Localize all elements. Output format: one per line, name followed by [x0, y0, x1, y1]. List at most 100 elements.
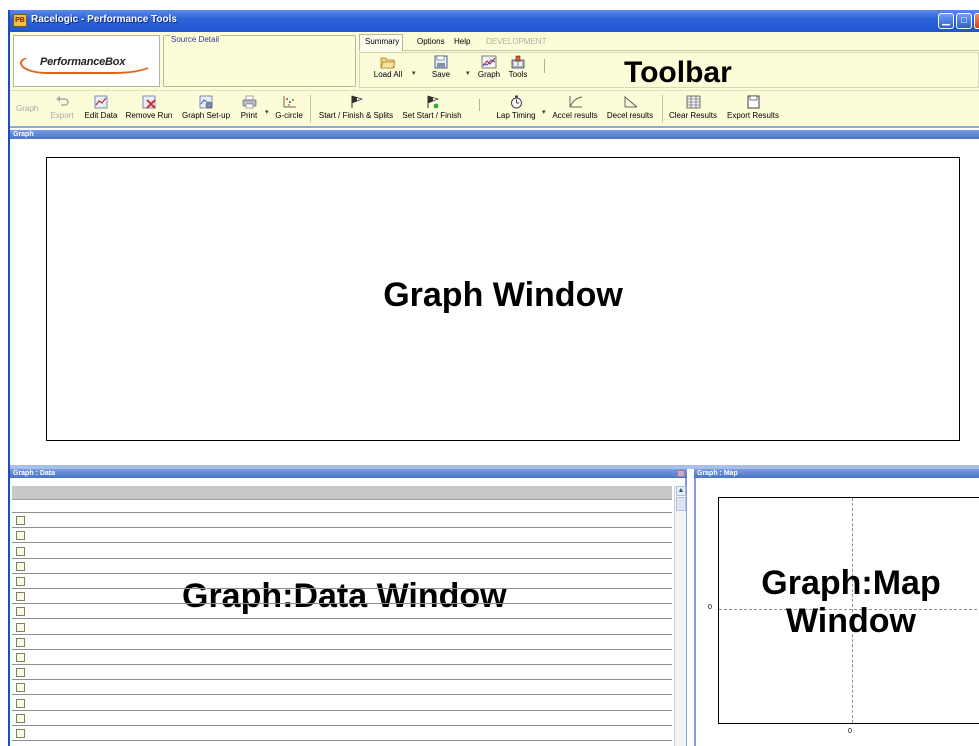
- row-checkbox[interactable]: [16, 562, 25, 571]
- export-disk-icon: [747, 95, 759, 109]
- checkered-flag-add-icon: [427, 95, 439, 109]
- app-window: PB Racelogic - Performance Tools ▁ □ Per…: [8, 10, 979, 746]
- table-row[interactable]: [12, 725, 672, 726]
- clear-results-button[interactable]: Clear Results: [667, 95, 719, 120]
- row-checkbox[interactable]: [16, 638, 25, 647]
- table-row[interactable]: [12, 603, 672, 604]
- table-row[interactable]: [12, 634, 672, 635]
- decel-results-button[interactable]: Decel results: [605, 95, 655, 120]
- row-checkbox[interactable]: [16, 699, 25, 708]
- row-checkbox[interactable]: [16, 547, 25, 556]
- action-toolbar: Graph Export Edit Data Remove Run Graph …: [10, 90, 979, 128]
- scroll-thumb[interactable]: [676, 497, 686, 511]
- edit-data-button[interactable]: Edit Data: [82, 95, 120, 120]
- menu-options[interactable]: Options: [417, 37, 445, 46]
- accel-results-button[interactable]: Accel results: [550, 95, 600, 120]
- table-row[interactable]: [12, 512, 672, 513]
- menu-development[interactable]: DEVELOPMENT: [486, 37, 546, 46]
- floppy-disk-icon: [434, 55, 448, 69]
- table-row[interactable]: [12, 694, 672, 695]
- map-panel: 0 0 Graph:Map Window: [694, 478, 979, 746]
- app-icon: PB: [13, 14, 27, 27]
- load-all-dropdown-icon[interactable]: ▾: [412, 69, 416, 77]
- table-row[interactable]: [12, 542, 672, 543]
- tools-button[interactable]: Tools: [503, 55, 533, 79]
- graph-setup-button[interactable]: Graph Set-up: [180, 95, 232, 120]
- close-button[interactable]: [974, 13, 979, 29]
- g-circle-button[interactable]: G-circle: [273, 95, 305, 120]
- maximize-button[interactable]: □: [956, 13, 972, 29]
- print-dropdown-icon[interactable]: ▾: [265, 108, 269, 116]
- g-circle-icon: [283, 96, 296, 108]
- data-panel-close-icon[interactable]: [677, 470, 685, 477]
- remove-run-label: Remove Run: [125, 111, 173, 120]
- row-checkbox[interactable]: [16, 531, 25, 540]
- checkered-flag-icon: [351, 95, 363, 108]
- print-button[interactable]: Print: [237, 95, 261, 120]
- print-label: Print: [240, 111, 258, 120]
- table-row[interactable]: [12, 527, 672, 528]
- lap-timing-button[interactable]: Lap Timing: [494, 95, 538, 120]
- table-row[interactable]: [12, 618, 672, 619]
- row-checkbox[interactable]: [16, 729, 25, 738]
- table-row[interactable]: [12, 588, 672, 589]
- row-checkbox[interactable]: [16, 668, 25, 677]
- table-row[interactable]: [12, 649, 672, 650]
- menu-bar: Summary Options Help DEVELOPMENT: [359, 34, 979, 51]
- graph-button[interactable]: Graph: [474, 55, 504, 79]
- undo-arrow-icon: [55, 96, 69, 106]
- set-start-finish-button[interactable]: Set Start / Finish: [400, 95, 464, 120]
- source-detail-box: Source Detail: [163, 35, 356, 87]
- export-results-label: Export Results: [726, 111, 780, 120]
- graph-window[interactable]: Graph Window: [46, 157, 960, 441]
- scroll-up-icon[interactable]: ▲: [676, 486, 686, 496]
- export-results-button[interactable]: Export Results: [724, 95, 782, 120]
- table-row[interactable]: [12, 558, 672, 559]
- tools-label: Tools: [508, 70, 528, 79]
- accel-results-label: Accel results: [552, 111, 598, 120]
- remove-run-icon: [142, 95, 156, 109]
- decel-results-label: Decel results: [606, 111, 654, 120]
- export-button[interactable]: Export: [48, 95, 76, 120]
- row-checkbox[interactable]: [16, 607, 25, 616]
- row-checkbox[interactable]: [16, 577, 25, 586]
- title-bar[interactable]: PB Racelogic - Performance Tools ▁ □: [10, 10, 979, 32]
- graph-icon: [481, 55, 497, 69]
- table-row[interactable]: [12, 664, 672, 665]
- toolbar-annotation: Toolbar: [624, 56, 732, 89]
- lap-timing-label: Lap Timing: [496, 111, 536, 120]
- row-checkbox[interactable]: [16, 683, 25, 692]
- clear-results-label: Clear Results: [668, 111, 717, 120]
- source-detail-label: Source Detail: [170, 35, 221, 44]
- toolbar-separator: [310, 95, 311, 123]
- menu-help[interactable]: Help: [454, 37, 470, 46]
- ribbon-separator: [544, 59, 545, 73]
- logo-text: PerformanceBox: [40, 56, 126, 68]
- table-row[interactable]: [12, 710, 672, 711]
- row-checkbox[interactable]: [16, 592, 25, 601]
- map-x-axis-tick: 0: [848, 728, 852, 735]
- save-button[interactable]: Save: [426, 55, 456, 79]
- table-row[interactable]: [12, 740, 672, 741]
- table-row[interactable]: [12, 679, 672, 680]
- load-all-button[interactable]: Load All: [371, 55, 405, 79]
- lap-timing-dropdown-icon[interactable]: ▾: [542, 108, 546, 116]
- stopwatch-icon: [510, 95, 522, 109]
- window-title: Racelogic - Performance Tools: [31, 14, 177, 25]
- row-checkbox[interactable]: [16, 653, 25, 662]
- row-checkbox[interactable]: [16, 623, 25, 632]
- minimize-button[interactable]: ▁: [938, 13, 954, 29]
- data-scrollbar[interactable]: ▲: [674, 486, 686, 746]
- start-finish-splits-label: Start / Finish & Splits: [318, 111, 394, 120]
- row-checkbox[interactable]: [16, 714, 25, 723]
- graph-mode-label: Graph: [16, 104, 39, 113]
- save-dropdown-icon[interactable]: ▾: [466, 69, 470, 77]
- data-panel-header: Graph : Data: [10, 469, 687, 478]
- table-row[interactable]: [12, 573, 672, 574]
- menu-summary[interactable]: Summary: [365, 37, 399, 46]
- data-window-label: Graph:Data Window: [182, 577, 507, 615]
- save-label: Save: [431, 70, 451, 79]
- start-finish-splits-button[interactable]: Start / Finish & Splits: [316, 95, 396, 120]
- remove-run-button[interactable]: Remove Run: [124, 95, 174, 120]
- row-checkbox[interactable]: [16, 516, 25, 525]
